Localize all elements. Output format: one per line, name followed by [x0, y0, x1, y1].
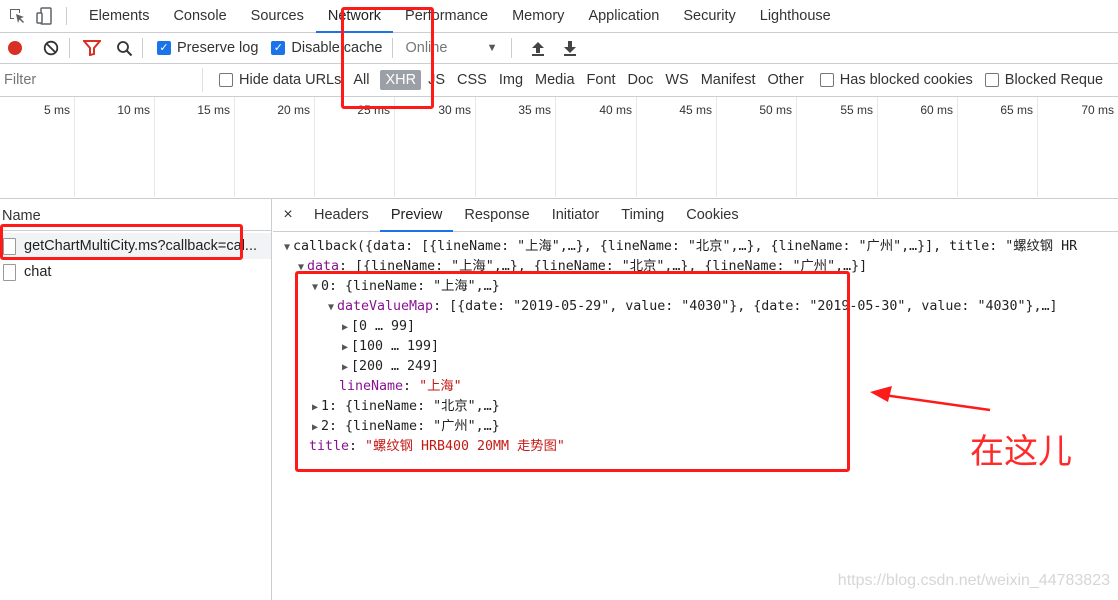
preserve-log-label: Preserve log — [177, 40, 259, 56]
tab-security[interactable]: Security — [671, 0, 747, 33]
checkbox-box — [819, 73, 834, 87]
timeline-tick: 35 ms — [476, 97, 556, 197]
checkbox-box — [219, 73, 233, 87]
timeline-tick: 40 ms — [556, 97, 637, 197]
annotation-text: 在这儿 — [970, 432, 1072, 472]
tab-sources[interactable]: Sources — [239, 0, 316, 33]
timeline-tick: 25 ms — [315, 97, 395, 197]
type-filter-other[interactable]: Other — [763, 70, 809, 90]
tab-response[interactable]: Response — [453, 199, 540, 232]
tab-headers[interactable]: Headers — [303, 199, 380, 232]
request-row[interactable]: chat — [0, 259, 271, 285]
checkbox-box — [984, 73, 999, 87]
has-blocked-cookies-checkbox[interactable]: Has blocked cookies — [819, 72, 973, 88]
timeline-tick: 20 ms — [235, 97, 315, 197]
download-icon — [564, 41, 577, 56]
type-filter-img[interactable]: Img — [494, 70, 528, 90]
divider — [511, 38, 513, 58]
type-filter-doc[interactable]: Doc — [623, 70, 659, 90]
highlight-request-row — [0, 224, 243, 260]
type-filter-media[interactable]: Media — [530, 70, 580, 90]
tab-preview[interactable]: Preview — [379, 199, 454, 232]
arrow-annotation-icon — [870, 386, 991, 412]
expanded-triangle-icon: ▼ — [283, 242, 291, 253]
tab-memory[interactable]: Memory — [500, 0, 576, 33]
export-har-button[interactable] — [558, 36, 582, 60]
blocked-requests-label: Blocked Reque — [1004, 72, 1104, 88]
network-toolbar: ✓ Preserve log ✓ Disable cache Online ▼ — [0, 33, 1118, 64]
close-icon[interactable]: × — [273, 206, 303, 224]
devtools-tabbar: Elements Console Sources Network Perform… — [0, 0, 1118, 33]
divider — [66, 7, 67, 25]
record-button[interactable] — [3, 36, 27, 60]
watermark: https://blog.csdn.net/weixin_44783823 — [837, 572, 1110, 589]
highlight-network-tab — [341, 7, 434, 109]
file-icon — [3, 263, 16, 281]
type-filter-manifest[interactable]: Manifest — [696, 70, 761, 90]
clear-button[interactable] — [39, 36, 63, 60]
filter-icon — [83, 40, 101, 56]
timeline-tick: 10 ms — [75, 97, 155, 197]
hide-data-urls-checkbox[interactable]: Hide data URLs — [219, 72, 341, 88]
filter-toggle-button[interactable] — [80, 36, 104, 60]
tab-cookies[interactable]: Cookies — [675, 199, 749, 232]
type-filter-ws[interactable]: WS — [660, 70, 693, 90]
highlight-preview-data — [295, 271, 850, 472]
filter-bar: Hide data URLs All XHR JS CSS Img Media … — [0, 64, 1118, 97]
inspect-element-icon[interactable] — [6, 5, 28, 27]
has-blocked-cookies-label: Has blocked cookies — [839, 72, 973, 88]
detail-tabbar: × Headers Preview Response Initiator Tim… — [273, 199, 1118, 232]
divider — [142, 38, 143, 58]
search-icon — [116, 40, 132, 56]
tab-initiator[interactable]: Initiator — [541, 199, 611, 232]
timeline-tick: 60 ms — [878, 97, 958, 197]
timeline-tick: 55 ms — [797, 97, 878, 197]
timeline-tick: 30 ms — [395, 97, 476, 197]
divider — [69, 38, 70, 58]
tab-application[interactable]: Application — [576, 0, 671, 33]
type-filter-css[interactable]: CSS — [452, 70, 492, 90]
tree-node-root[interactable]: ▼ callback({data: [{lineName: "上海",…}, {l… — [273, 237, 1118, 257]
chevron-down-icon: ▼ — [486, 42, 498, 54]
timeline-tick: 65 ms — [958, 97, 1038, 197]
request-name: chat — [24, 264, 52, 280]
tab-console[interactable]: Console — [161, 0, 238, 33]
hide-data-urls-label: Hide data URLs — [239, 72, 342, 88]
checkbox-check-icon: ✓ — [271, 41, 286, 55]
filter-input[interactable] — [0, 68, 203, 92]
preserve-log-checkbox[interactable]: ✓ Preserve log — [157, 40, 258, 56]
search-button[interactable] — [112, 36, 136, 60]
timeline-tick: 15 ms — [155, 97, 235, 197]
upload-icon — [532, 42, 545, 56]
timeline-overview[interactable]: 5 ms 10 ms 15 ms 20 ms 25 ms 30 ms 35 ms… — [0, 97, 1118, 199]
timeline-tick: 70 ms — [1081, 103, 1114, 117]
clear-icon — [43, 40, 59, 56]
blocked-requests-checkbox[interactable]: Blocked Reque — [984, 72, 1104, 88]
checkbox-check-icon: ✓ — [157, 41, 171, 55]
device-toolbar-icon[interactable] — [34, 5, 56, 27]
timeline-tick: 45 ms — [637, 97, 717, 197]
tab-lighthouse[interactable]: Lighthouse — [748, 0, 843, 33]
type-filter-font[interactable]: Font — [582, 70, 621, 90]
tab-timing[interactable]: Timing — [610, 199, 675, 232]
timeline-tick: 5 ms — [0, 97, 75, 197]
import-har-button[interactable] — [526, 36, 550, 60]
record-icon — [8, 41, 22, 55]
tab-elements[interactable]: Elements — [77, 0, 161, 33]
timeline-tick: 50 ms — [717, 97, 797, 197]
